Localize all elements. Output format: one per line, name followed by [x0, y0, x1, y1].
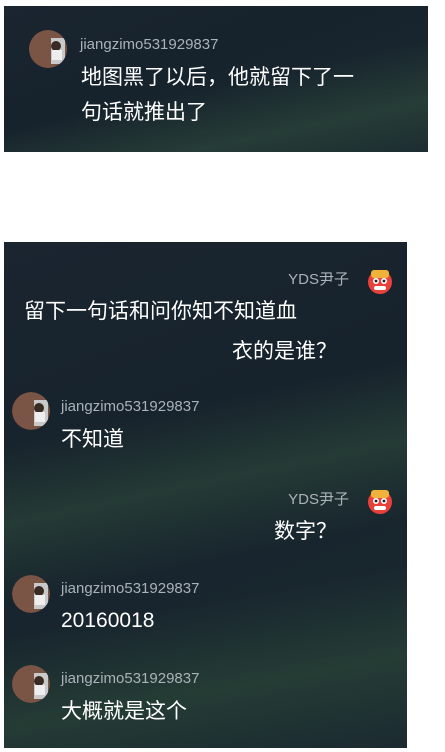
chat-message-left: jiangzimo531929837 大概就是这个	[4, 657, 407, 748]
red-lion-mascot-icon[interactable]	[365, 486, 395, 516]
chat-message-left: jiangzimo531929837 不知道	[4, 382, 407, 472]
username: jiangzimo531929837	[80, 36, 219, 53]
user-avatar-icon[interactable]	[29, 30, 67, 68]
chat-panel-top: jiangzimo531929837 地图黑了以后，他就留下了一 句话就推出了	[4, 6, 428, 152]
username: jiangzimo531929837	[61, 398, 200, 415]
message-text-line: 句话就推出了	[81, 101, 207, 124]
username: jiangzimo531929837	[61, 580, 200, 597]
chat-message-right: YDS尹子 留下一句话和问你知不知道血 衣的是谁？	[4, 242, 407, 382]
username: YDS尹子	[288, 491, 349, 508]
message-text-line: 留下一句话和问你知不知道血	[24, 300, 297, 323]
message-text-line: 衣的是谁？	[232, 340, 337, 363]
chat-message-left: jiangzimo531929837 20160018	[4, 567, 407, 657]
username: YDS尹子	[288, 271, 349, 288]
username: jiangzimo531929837	[61, 670, 200, 687]
message-text-line: 地图黑了以后，他就留下了一	[81, 66, 354, 89]
chat-panel-bottom: YDS尹子 留下一句话和问你知不知道血 衣的是谁？ jiangzimo53192…	[4, 242, 407, 748]
chat-message-right: YDS尹子 数字？	[4, 472, 407, 567]
user-avatar-icon[interactable]	[12, 575, 50, 613]
message-text: 大概就是这个	[61, 700, 187, 723]
message-text: 不知道	[61, 428, 124, 451]
red-lion-mascot-icon[interactable]	[365, 266, 395, 296]
message-text: 20160018	[61, 609, 155, 632]
chat-message: jiangzimo531929837 地图黑了以后，他就留下了一 句话就推出了	[4, 6, 428, 152]
user-avatar-icon[interactable]	[12, 392, 50, 430]
message-text: 数字？	[274, 520, 337, 543]
user-avatar-icon[interactable]	[12, 665, 50, 703]
